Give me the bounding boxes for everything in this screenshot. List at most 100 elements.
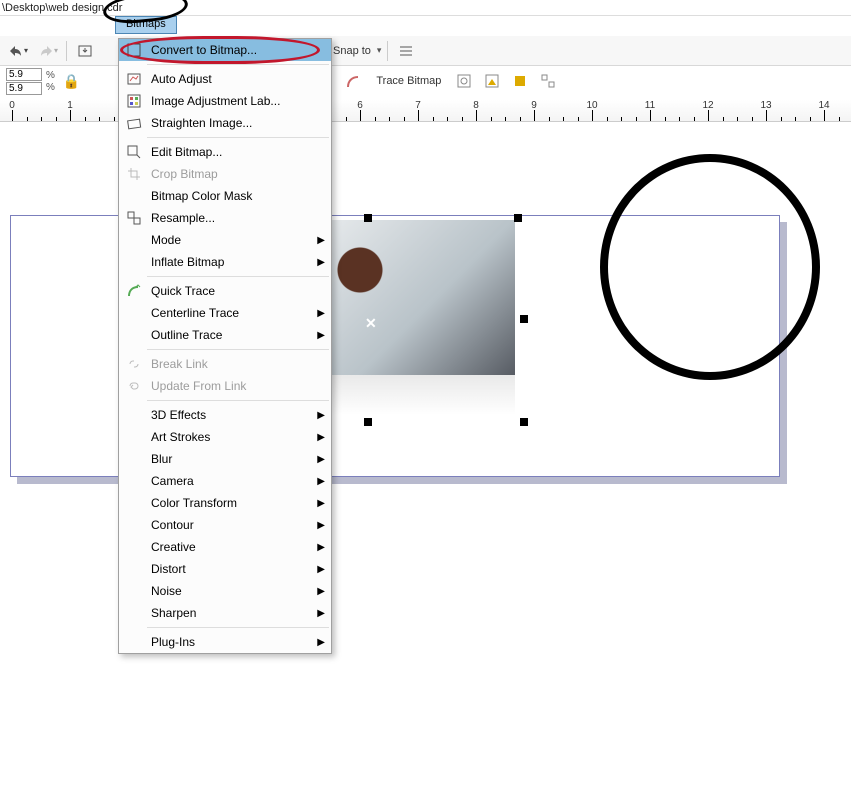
- submenu-arrow-icon: ▶: [315, 257, 325, 268]
- menu-label: Art Strokes: [145, 430, 315, 444]
- submenu-arrow-icon: ▶: [315, 498, 325, 509]
- options-button[interactable]: [394, 40, 418, 62]
- trace-bitmap-button[interactable]: Trace Bitmap: [376, 75, 441, 87]
- selection-handle[interactable]: [514, 214, 522, 222]
- menu-straighten-image[interactable]: Straighten Image...: [119, 112, 331, 134]
- menu-plugins[interactable]: Plug-Ins ▶: [119, 631, 331, 653]
- menu-auto-adjust[interactable]: Auto Adjust: [119, 68, 331, 90]
- menu-bitmaps[interactable]: Bitmaps: [115, 16, 177, 34]
- submenu-arrow-icon: ▶: [315, 564, 325, 575]
- menu-bitmap-color-mask[interactable]: Bitmap Color Mask: [119, 185, 331, 207]
- menu-image-adjustment-lab[interactable]: Image Adjustment Lab...: [119, 90, 331, 112]
- width-input[interactable]: [6, 68, 42, 81]
- menu-noise[interactable]: Noise ▶: [119, 580, 331, 602]
- menu-separator: [147, 627, 329, 628]
- menu-edit-bitmap[interactable]: Edit Bitmap...: [119, 141, 331, 163]
- menu-label: Quick Trace: [145, 284, 325, 298]
- menu-resample[interactable]: Resample...: [119, 207, 331, 229]
- image-lab-icon: [123, 93, 145, 109]
- undo-button[interactable]: ▾: [6, 40, 30, 62]
- menu-label: Edit Bitmap...: [145, 145, 325, 159]
- menu-separator: [147, 276, 329, 277]
- menu-update-from-link: Update From Link: [119, 375, 331, 397]
- menu-convert-to-bitmap[interactable]: Convert to Bitmap...: [119, 39, 331, 61]
- menu-art-strokes[interactable]: Art Strokes ▶: [119, 426, 331, 448]
- submenu-arrow-icon: ▶: [315, 235, 325, 246]
- selection-handle[interactable]: [520, 418, 528, 426]
- menu-label: 3D Effects: [145, 408, 315, 422]
- submenu-arrow-icon: ▶: [315, 608, 325, 619]
- menu-label: Inflate Bitmap: [145, 255, 315, 269]
- tool-icon-1[interactable]: [455, 72, 473, 90]
- submenu-arrow-icon: ▶: [315, 637, 325, 648]
- menu-separator: [147, 400, 329, 401]
- submenu-arrow-icon: ▶: [315, 308, 325, 319]
- update-link-icon: [123, 378, 145, 394]
- snap-label: Snap to: [333, 45, 371, 57]
- redo-button[interactable]: ▾: [36, 40, 60, 62]
- menu-quick-trace[interactable]: Quick Trace: [119, 280, 331, 302]
- auto-adjust-icon: [123, 71, 145, 87]
- height-input[interactable]: [6, 82, 42, 95]
- menu-label: Straighten Image...: [145, 116, 325, 130]
- resample-icon: [123, 210, 145, 226]
- menu-crop-bitmap: Crop Bitmap: [119, 163, 331, 185]
- menu-mode[interactable]: Mode ▶: [119, 229, 331, 251]
- menu-creative[interactable]: Creative ▶: [119, 536, 331, 558]
- menu-inflate-bitmap[interactable]: Inflate Bitmap ▶: [119, 251, 331, 273]
- break-link-icon: [123, 356, 145, 372]
- bitmaps-dropdown: Convert to Bitmap... Auto Adjust Image A…: [118, 38, 332, 654]
- menu-separator: [147, 64, 329, 65]
- menu-outline-trace[interactable]: Outline Trace ▶: [119, 324, 331, 346]
- quick-trace-icon: [123, 283, 145, 299]
- menu-label: Outline Trace: [145, 328, 315, 342]
- selection-handle[interactable]: [364, 214, 372, 222]
- submenu-arrow-icon: ▶: [315, 330, 325, 341]
- selection-handle[interactable]: [520, 315, 528, 323]
- separator: [66, 41, 67, 61]
- menu-label: Sharpen: [145, 606, 315, 620]
- submenu-arrow-icon: ▶: [315, 410, 325, 421]
- menu-label: Creative: [145, 540, 315, 554]
- tool-icon-4[interactable]: [539, 72, 557, 90]
- menu-label: Plug-Ins: [145, 635, 315, 649]
- menu-label: Auto Adjust: [145, 72, 325, 86]
- menu-3d-effects[interactable]: 3D Effects ▶: [119, 404, 331, 426]
- menu-label: Convert to Bitmap...: [145, 43, 325, 57]
- menu-label: Crop Bitmap: [145, 167, 325, 181]
- crop-icon: [123, 166, 145, 182]
- submenu-arrow-icon: ▶: [315, 432, 325, 443]
- menu-centerline-trace[interactable]: Centerline Trace ▶: [119, 302, 331, 324]
- menu-label: Break Link: [145, 357, 325, 371]
- title-path: \Desktop\web design.cdr: [2, 2, 122, 14]
- menu-contour[interactable]: Contour ▶: [119, 514, 331, 536]
- menu-label: Update From Link: [145, 379, 325, 393]
- tool-icon-2[interactable]: [483, 72, 501, 90]
- import-button[interactable]: [73, 40, 97, 62]
- menu-break-link: Break Link: [119, 353, 331, 375]
- straighten-icon: [123, 115, 145, 131]
- convert-icon: [123, 42, 145, 58]
- lock-icon[interactable]: 🔒: [63, 73, 80, 90]
- menu-color-transform[interactable]: Color Transform ▶: [119, 492, 331, 514]
- menu-sharpen[interactable]: Sharpen ▶: [119, 602, 331, 624]
- submenu-arrow-icon: ▶: [315, 520, 325, 531]
- menu-label: Contour: [145, 518, 315, 532]
- percent-labels: %%: [46, 70, 55, 93]
- menu-separator: [147, 137, 329, 138]
- separator: [387, 41, 388, 61]
- menu-label: Camera: [145, 474, 315, 488]
- submenu-arrow-icon: ▶: [315, 476, 325, 487]
- menu-label: Mode: [145, 233, 315, 247]
- edit-bitmap-icon: [123, 144, 145, 160]
- menu-label: Blur: [145, 452, 315, 466]
- tool-icon-3[interactable]: [511, 72, 529, 90]
- menu-distort[interactable]: Distort ▶: [119, 558, 331, 580]
- trace-icon[interactable]: [342, 70, 366, 92]
- selection-handle[interactable]: [364, 418, 372, 426]
- menu-blur[interactable]: Blur ▶: [119, 448, 331, 470]
- menu-camera[interactable]: Camera ▶: [119, 470, 331, 492]
- submenu-arrow-icon: ▶: [315, 454, 325, 465]
- menu-label: Centerline Trace: [145, 306, 315, 320]
- menu-label: Distort: [145, 562, 315, 576]
